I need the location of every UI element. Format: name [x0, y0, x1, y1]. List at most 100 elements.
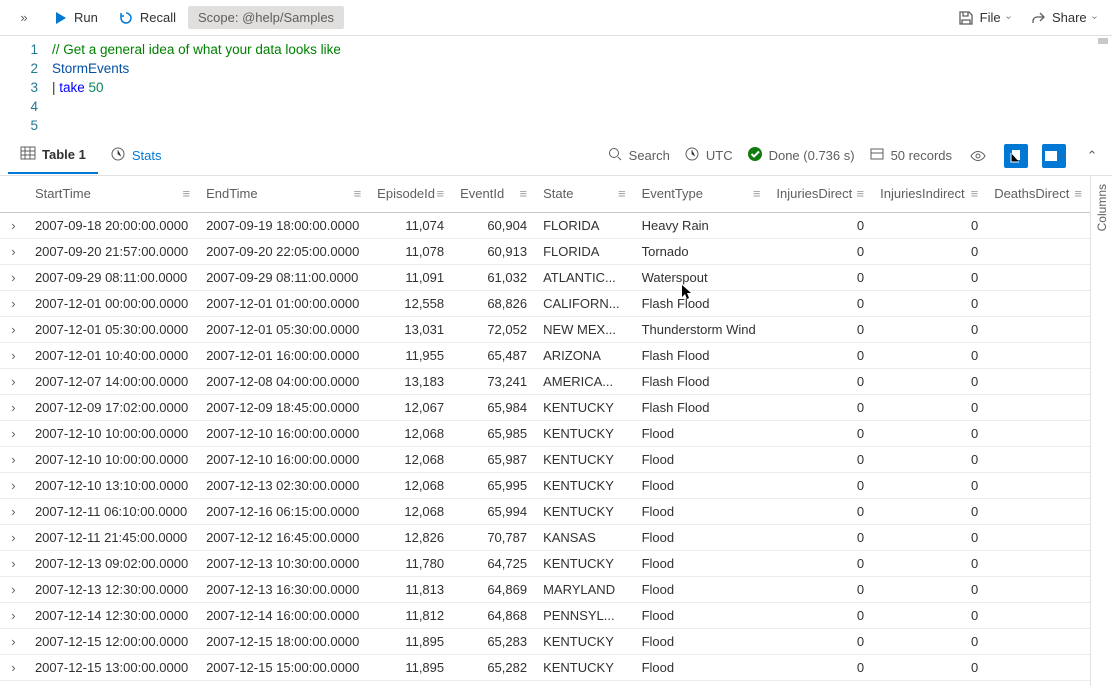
column-menu-icon[interactable]: ≡	[182, 186, 190, 201]
expand-row-button[interactable]: ›	[0, 290, 27, 316]
column-header-starttime[interactable]: StartTime≡	[27, 176, 198, 212]
scope-selector[interactable]: Scope: @help/Samples	[188, 6, 344, 29]
code-area[interactable]: // Get a general idea of what your data …	[52, 40, 1112, 136]
cell-injuriesindirect: 0	[872, 602, 986, 628]
cell-eventid: 65,282	[452, 654, 535, 680]
column-header-eventtype[interactable]: EventType≡	[634, 176, 769, 212]
share-menu[interactable]: Share ›	[1022, 6, 1104, 30]
table-row[interactable]: ›2007-12-01 10:40:00.00002007-12-01 16:0…	[0, 342, 1090, 368]
timezone-toggle[interactable]: UTC	[684, 146, 733, 165]
column-menu-icon[interactable]: ≡	[857, 186, 865, 201]
table-row[interactable]: ›2007-12-13 09:02:00.00002007-12-13 10:3…	[0, 550, 1090, 576]
cell-injuriesindirect: 0	[872, 446, 986, 472]
expand-row-button[interactable]: ›	[0, 524, 27, 550]
cell-endtime: 2007-12-13 10:30:00.0000	[198, 550, 369, 576]
expand-row-button[interactable]: ›	[0, 498, 27, 524]
tab-table[interactable]: Table 1	[8, 137, 98, 174]
cell-deathsdirect	[986, 472, 1090, 498]
cell-starttime: 2007-12-09 17:02:00.0000	[27, 394, 198, 420]
column-header-eventid[interactable]: EventId≡	[452, 176, 535, 212]
table-row[interactable]: ›2007-12-10 10:00:00.00002007-12-10 16:0…	[0, 420, 1090, 446]
column-header-episodeid[interactable]: EpisodeId≡	[369, 176, 452, 212]
query-editor[interactable]: 12345 // Get a general idea of what your…	[0, 36, 1112, 136]
cell-episodeid: 11,955	[369, 342, 452, 368]
run-button[interactable]: Run	[44, 6, 106, 30]
cell-starttime: 2007-12-01 10:40:00.0000	[27, 342, 198, 368]
table-row[interactable]: ›2007-12-09 17:02:00.00002007-12-09 18:4…	[0, 394, 1090, 420]
expand-row-button[interactable]: ›	[0, 550, 27, 576]
expand-row-button[interactable]: ›	[0, 602, 27, 628]
table-row[interactable]: ›2007-09-20 21:57:00.00002007-09-20 22:0…	[0, 238, 1090, 264]
column-header-injuriesindirect[interactable]: InjuriesIndirect≡	[872, 176, 986, 212]
table-row[interactable]: ›2007-09-29 08:11:00.00002007-09-29 08:1…	[0, 264, 1090, 290]
expand-button[interactable]: »	[8, 6, 40, 30]
table-row[interactable]: ›2007-12-15 13:00:00.00002007-12-15 16:0…	[0, 680, 1090, 686]
table-row[interactable]: ›2007-12-10 10:00:00.00002007-12-10 16:0…	[0, 446, 1090, 472]
column-menu-icon[interactable]: ≡	[618, 186, 626, 201]
column-menu-icon[interactable]: ≡	[1074, 186, 1082, 201]
results-grid[interactable]: StartTime≡EndTime≡EpisodeId≡EventId≡Stat…	[0, 176, 1090, 686]
cell-deathsdirect	[986, 524, 1090, 550]
expand-row-button[interactable]: ›	[0, 212, 27, 238]
column-header-state[interactable]: State≡	[535, 176, 634, 212]
cell-injuriesdirect: 0	[768, 264, 872, 290]
table-row[interactable]: ›2007-12-14 12:30:00.00002007-12-14 16:0…	[0, 602, 1090, 628]
column-header-deathsdirect[interactable]: DeathsDirect≡	[986, 176, 1090, 212]
table-row[interactable]: ›2007-12-11 06:10:00.00002007-12-16 06:1…	[0, 498, 1090, 524]
hide-empty-button[interactable]	[966, 144, 990, 168]
expand-row-button[interactable]: ›	[0, 576, 27, 602]
play-icon	[52, 10, 68, 26]
editor-minimap[interactable]	[1098, 38, 1108, 44]
cell-endtime: 2007-12-01 16:00:00.0000	[198, 342, 369, 368]
column-menu-icon[interactable]: ≡	[753, 186, 761, 201]
cell-episodeid: 11,813	[369, 576, 452, 602]
expand-row-button[interactable]: ›	[0, 394, 27, 420]
recall-button[interactable]: Recall	[110, 6, 184, 30]
expand-row-button[interactable]: ›	[0, 628, 27, 654]
cell-endtime: 2007-09-19 18:00:00.0000	[198, 212, 369, 238]
expand-row-button[interactable]: ›	[0, 446, 27, 472]
file-menu[interactable]: File ›	[950, 6, 1018, 30]
tab-stats[interactable]: Stats	[98, 138, 174, 173]
expand-row-button[interactable]: ›	[0, 420, 27, 446]
expand-row-button[interactable]: ›	[0, 472, 27, 498]
search-button[interactable]: Search	[607, 146, 670, 165]
table-row[interactable]: ›2007-12-15 13:00:00.00002007-12-15 15:0…	[0, 654, 1090, 680]
cell-starttime: 2007-12-10 10:00:00.0000	[27, 420, 198, 446]
cell-state: NEW MEX...	[535, 316, 634, 342]
cell-deathsdirect	[986, 368, 1090, 394]
cell-eventid: 65,995	[452, 472, 535, 498]
expand-row-button[interactable]: ›	[0, 368, 27, 394]
cell-starttime: 2007-12-11 06:10:00.0000	[27, 498, 198, 524]
column-menu-icon[interactable]: ≡	[971, 186, 979, 201]
collapse-results-button[interactable]: ⌃	[1080, 144, 1104, 168]
table-row[interactable]: ›2007-12-15 12:00:00.00002007-12-15 18:0…	[0, 628, 1090, 654]
column-header-endtime[interactable]: EndTime≡	[198, 176, 369, 212]
cell-endtime: 2007-09-20 22:05:00.0000	[198, 238, 369, 264]
table-row[interactable]: ›2007-12-11 21:45:00.00002007-12-12 16:4…	[0, 524, 1090, 550]
cell-injuriesdirect: 0	[768, 290, 872, 316]
column-header-injuriesdirect[interactable]: InjuriesDirect≡	[768, 176, 872, 212]
table-row[interactable]: ›2007-09-18 20:00:00.00002007-09-19 18:0…	[0, 212, 1090, 238]
table-row[interactable]: ›2007-12-01 05:30:00.00002007-12-01 05:3…	[0, 316, 1090, 342]
expand-row-button[interactable]: ›	[0, 654, 27, 680]
expand-row-button[interactable]: ›	[0, 264, 27, 290]
expand-row-button[interactable]: ›	[0, 342, 27, 368]
copy-button[interactable]	[1004, 144, 1028, 168]
column-menu-icon[interactable]: ≡	[519, 186, 527, 201]
table-row[interactable]: ›2007-12-07 14:00:00.00002007-12-08 04:0…	[0, 368, 1090, 394]
table-row[interactable]: ›2007-12-13 12:30:00.00002007-12-13 16:3…	[0, 576, 1090, 602]
table-row[interactable]: ›2007-12-01 00:00:00.00002007-12-01 01:0…	[0, 290, 1090, 316]
query-status: Done (0.736 s)	[747, 146, 855, 165]
cell-endtime: 2007-12-12 16:45:00.0000	[198, 524, 369, 550]
cell-eventtype: Flash Flood	[634, 290, 769, 316]
column-menu-icon[interactable]: ≡	[354, 186, 362, 201]
column-menu-icon[interactable]: ≡	[437, 186, 445, 201]
expand-row-button[interactable]: ›	[0, 316, 27, 342]
expand-row-button[interactable]: ›	[0, 238, 27, 264]
table-row[interactable]: ›2007-12-10 13:10:00.00002007-12-13 02:3…	[0, 472, 1090, 498]
expand-row-button[interactable]: ›	[0, 680, 27, 686]
view-mode-button[interactable]: ›	[1042, 144, 1066, 168]
cell-eventid: 65,987	[452, 446, 535, 472]
columns-panel-toggle[interactable]: Columns	[1090, 176, 1112, 686]
